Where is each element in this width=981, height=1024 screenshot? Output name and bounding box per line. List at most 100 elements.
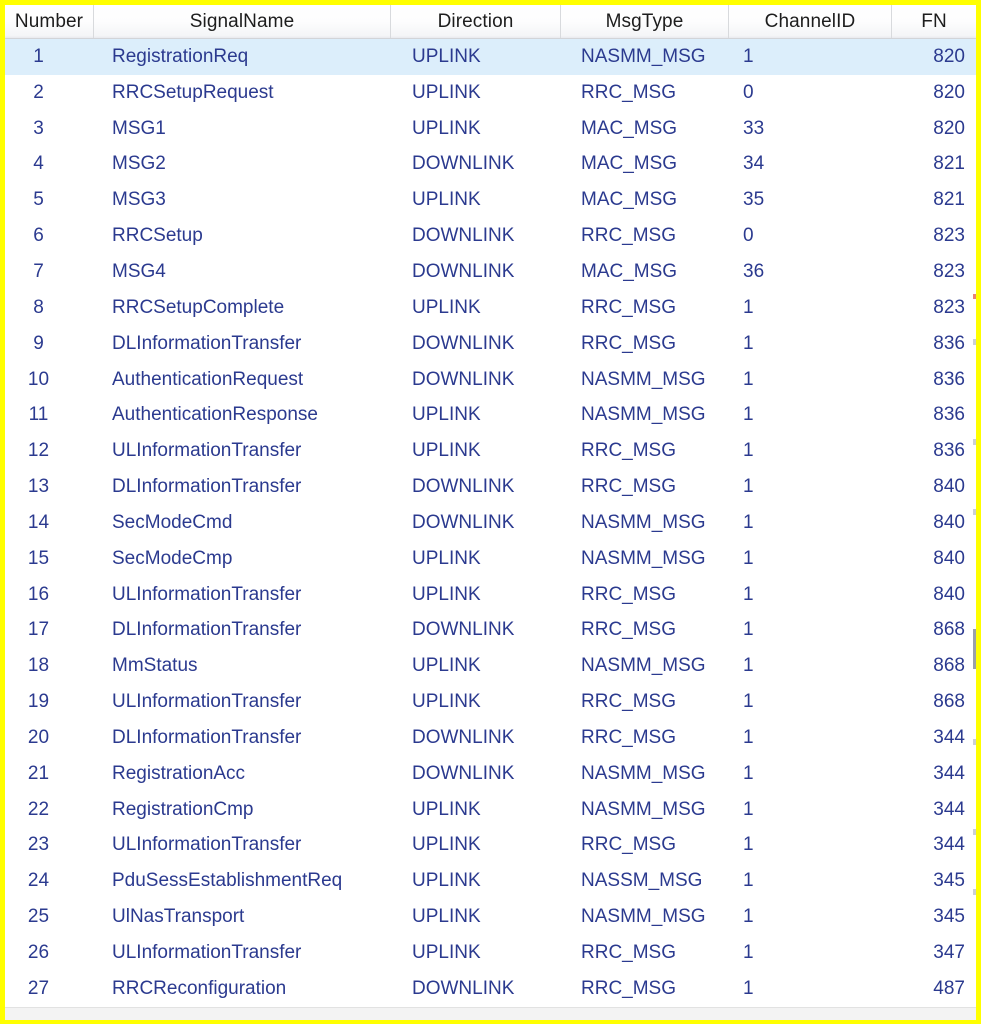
table-row[interactable]: 13 DLInformationTransfer DOWNLINK RRC_MSG 1 8… (5, 469, 976, 505)
table-row[interactable]: 16 ULInformationTransfer UPLINK RRC_MSG 1 840 (5, 576, 976, 613)
cell-direction: UPLINK (412, 798, 481, 820)
cell-channelid: 1 (743, 870, 754, 892)
cell-msgtype: NASMM_MSG (581, 368, 706, 390)
cell-signalname: PduSessEstablishmentReq (112, 870, 343, 892)
cell-signalname: RegistrationAcc (112, 762, 246, 784)
scrollbar-tick (973, 829, 976, 835)
cell-signalname: DLInformationTransfer (112, 332, 302, 354)
table-row[interactable]: 27 RRCReconfiguration DOWNLINK RRC_MSG 1 487 (5, 970, 976, 1007)
table-row[interactable]: 6 RRCSetup DOWNLINK RRC_MSG 0 823 (5, 218, 976, 255)
cell-channelid: 1 (743, 404, 754, 426)
scrollbar-tick (973, 339, 976, 345)
cell-direction: DOWNLINK (412, 726, 515, 748)
cell-fn: 840 (933, 511, 965, 533)
cell-channelid: 1 (743, 726, 754, 748)
table-row[interactable]: 18 MmStatus UPLINK NASMM_MSG 1 868 (5, 648, 976, 685)
cell-number: 4 (33, 153, 44, 175)
cell-signalname: ULInformationTransfer (112, 942, 302, 964)
cell-msgtype: NASMM_MSG (581, 906, 706, 928)
cell-fn: 836 (933, 332, 965, 354)
cell-signalname: MSG3 (112, 189, 166, 211)
yellow-frame: Number SignalName Direction MsgType ChannelI… (0, 0, 981, 1024)
table-row[interactable]: 14 SecModeCmd DOWNLINK NASMM_MSG 1 840 (5, 504, 976, 541)
cell-direction: UPLINK (412, 942, 481, 964)
table-row[interactable]: 25 UlNasTransport UPLINK NASMM_MSG 1 345 (5, 899, 976, 936)
cell-signalname: ULInformationTransfer (112, 691, 302, 713)
column-header-channelid[interactable]: ChannelID (729, 5, 892, 38)
cell-msgtype: MAC_MSG (581, 260, 678, 282)
cell-signalname: UlNasTransport (112, 906, 245, 928)
cell-signalname: DLInformationTransfer (112, 726, 302, 748)
cell-channelid: 1 (743, 547, 754, 569)
table-row[interactable]: 2 RRCSetupRequest UPLINK RRC_MSG 0 820 (5, 74, 976, 111)
scrollbar-tick (973, 439, 976, 445)
column-header-number[interactable]: Number (5, 5, 94, 38)
cell-direction: UPLINK (412, 440, 481, 462)
cell-signalname: DLInformationTransfer (112, 619, 302, 641)
cell-number: 15 (27, 547, 50, 569)
cell-channelid: 34 (743, 153, 765, 175)
cell-number: 27 (27, 977, 50, 999)
scrollbar-thumb[interactable] (973, 629, 976, 669)
cell-msgtype: RRC_MSG (581, 476, 677, 498)
cell-channelid: 1 (743, 583, 754, 605)
table-row[interactable]: 4 MSG2 DOWNLINK MAC_MSG 34 821 (5, 146, 976, 183)
cell-msgtype: NASMM_MSG (581, 404, 706, 426)
table-row[interactable]: 3 MSG1 UPLINK MAC_MSG 33 820 (5, 110, 976, 147)
column-header-msgtype[interactable]: MsgType (561, 5, 729, 38)
table-row[interactable]: 19 ULInformationTransfer UPLINK RRC_MSG 1 868 (5, 684, 976, 721)
table-row[interactable]: 12 ULInformationTransfer UPLINK RRC_MSG 1 836 (5, 433, 976, 470)
cell-signalname: SecModeCmd (112, 511, 233, 533)
table-row[interactable]: 5 MSG3 UPLINK MAC_MSG 35 821 (5, 182, 976, 219)
table-row[interactable]: 20 DLInformationTransfer DOWNLINK RRC_MSG 1 3… (5, 720, 976, 756)
cell-number: 12 (27, 440, 50, 462)
cell-signalname: RegistrationReq (112, 45, 249, 67)
table-row[interactable]: 11 AuthenticationResponse UPLINK NASMM_MSG 1… (5, 397, 976, 434)
scrollbar-tick (973, 889, 976, 895)
table-row[interactable]: 23 ULInformationTransfer UPLINK RRC_MSG 1 344 (5, 827, 976, 864)
cell-msgtype: NASMM_MSG (581, 511, 706, 533)
cell-fn: 840 (933, 583, 965, 605)
cell-direction: UPLINK (412, 81, 481, 103)
cell-number: 1 (33, 45, 44, 67)
vertical-scrollbar[interactable] (973, 39, 976, 1008)
table-row[interactable]: 26 ULInformationTransfer UPLINK RRC_MSG 1 347 (5, 935, 976, 971)
cell-direction: UPLINK (412, 296, 481, 318)
cell-direction: UPLINK (412, 583, 481, 605)
cell-channelid: 1 (743, 906, 754, 928)
cell-channelid: 1 (743, 762, 754, 784)
table-row[interactable]: 24 PduSessEstablishmentReq UPLINK NASSM_MSG… (5, 863, 976, 900)
cell-fn: 487 (933, 977, 965, 999)
cell-signalname: SecModeCmp (112, 547, 233, 569)
cell-number: 10 (27, 368, 50, 390)
table-row[interactable]: 22 RegistrationCmp UPLINK NASMM_MSG 1 344 (5, 791, 976, 828)
column-header-fn[interactable]: FN (892, 5, 976, 38)
cell-msgtype: RRC_MSG (581, 332, 677, 354)
table-row[interactable]: 8 RRCSetupComplete UPLINK RRC_MSG 1 823 (5, 289, 976, 326)
column-header-signalname[interactable]: SignalName (94, 5, 391, 38)
table-row[interactable]: 9 DLInformationTransfer DOWNLINK RRC_MSG 1 83… (5, 325, 976, 362)
cell-number: 11 (28, 404, 49, 426)
cell-fn: 344 (933, 798, 965, 820)
table-row[interactable]: 15 SecModeCmp UPLINK NASMM_MSG 1 840 (5, 540, 976, 577)
cell-channelid: 35 (743, 189, 765, 211)
cell-direction: DOWNLINK (412, 619, 515, 641)
cell-msgtype: RRC_MSG (581, 691, 677, 713)
cell-direction: DOWNLINK (412, 511, 515, 533)
cell-channelid: 1 (743, 619, 754, 641)
cell-msgtype: MAC_MSG (581, 117, 678, 139)
cell-signalname: AuthenticationRequest (112, 368, 304, 390)
cell-number: 7 (33, 260, 44, 282)
table-row[interactable]: 10 AuthenticationRequest DOWNLINK NASMM_MSG… (5, 361, 976, 398)
table-header-row: Number SignalName Direction MsgType ChannelI… (5, 5, 976, 39)
cell-channelid: 1 (743, 440, 754, 462)
cell-signalname: RRCSetupComplete (112, 296, 285, 318)
cell-direction: UPLINK (412, 691, 481, 713)
table-row[interactable]: 1 RegistrationReq UPLINK NASMM_MSG 1 820 (5, 39, 976, 75)
table-row[interactable]: 7 MSG4 DOWNLINK MAC_MSG 36 823 (5, 254, 976, 290)
cell-direction: UPLINK (412, 117, 481, 139)
column-header-direction[interactable]: Direction (391, 5, 561, 38)
cell-number: 24 (27, 870, 50, 892)
table-row[interactable]: 17 DLInformationTransfer DOWNLINK RRC_MSG 1 8… (5, 612, 976, 649)
table-row[interactable]: 21 RegistrationAcc DOWNLINK NASMM_MSG 1 344 (5, 755, 976, 792)
